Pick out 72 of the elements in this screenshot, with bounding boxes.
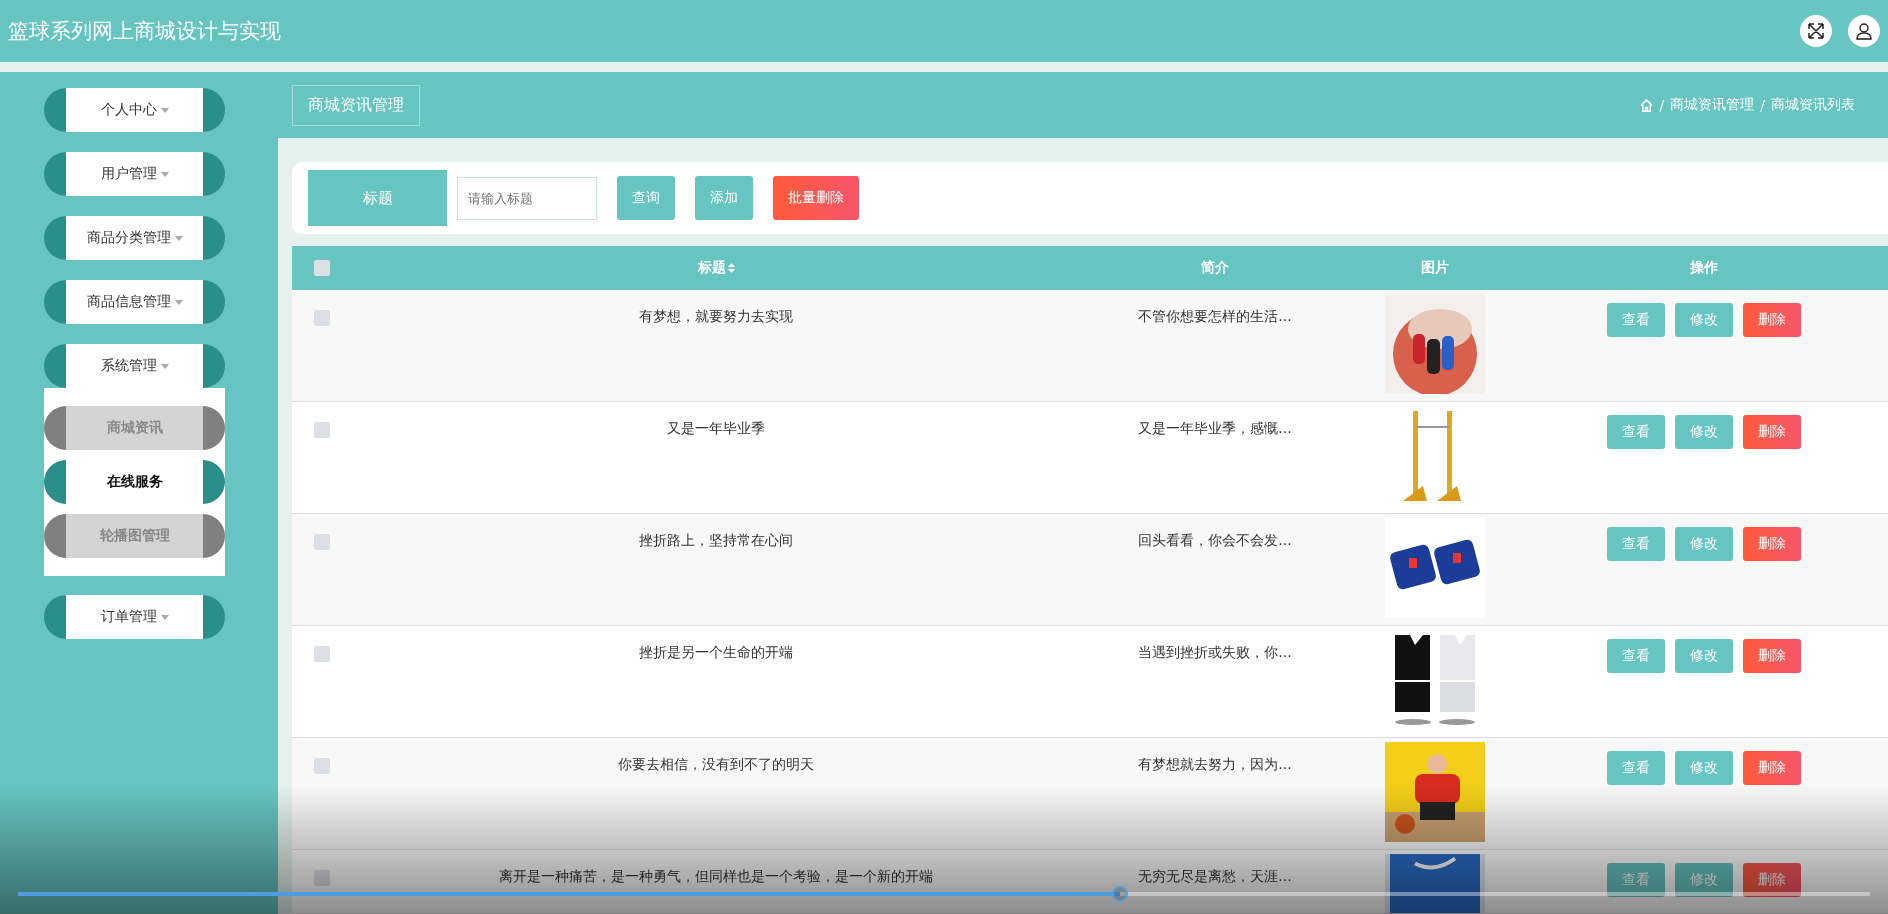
- table-cell: 不管你想要怎样的生活...: [1138, 308, 1292, 324]
- breadcrumb-separator: /: [1760, 97, 1765, 113]
- menu-item[interactable]: 用户管理: [44, 152, 225, 196]
- row-checkbox[interactable]: [314, 758, 330, 774]
- toolbar-button[interactable]: 查询: [617, 176, 675, 220]
- toolbar-button[interactable]: 添加: [695, 176, 753, 220]
- delete-button[interactable]: 删除: [1743, 751, 1801, 785]
- menu-item[interactable]: 商品分类管理: [44, 216, 225, 260]
- delete-button[interactable]: 删除: [1743, 415, 1801, 449]
- menu-item[interactable]: 系统管理: [44, 344, 225, 388]
- action-button[interactable]: 修改: [1675, 303, 1733, 337]
- action-button[interactable]: 修改: [1675, 863, 1733, 897]
- column-header: 操作: [1690, 259, 1718, 277]
- batch-delete-button[interactable]: 批量删除: [773, 176, 859, 220]
- table-cell: 有梦想就去努力，因为...: [1138, 756, 1292, 772]
- delete-button[interactable]: 删除: [1743, 863, 1801, 897]
- breadcrumb-link[interactable]: 商城资讯列表: [1771, 96, 1855, 114]
- progress-handle[interactable]: [1111, 886, 1128, 902]
- row-checkbox[interactable]: [314, 422, 330, 438]
- action-button[interactable]: 查看: [1607, 863, 1665, 897]
- menu-item[interactable]: 订单管理: [44, 595, 225, 639]
- menu-item[interactable]: 商品信息管理: [44, 280, 225, 324]
- search-field[interactable]: 请输入标题: [457, 176, 597, 220]
- column-header: 图片: [1421, 259, 1449, 277]
- sort-icon[interactable]: [727, 263, 735, 273]
- delete-button[interactable]: 删除: [1743, 527, 1801, 561]
- menu-item[interactable]: 个人中心: [44, 88, 225, 132]
- delete-button[interactable]: 删除: [1743, 639, 1801, 673]
- home-icon[interactable]: [1638, 97, 1654, 113]
- app-title: 篮球系列网上商城设计与实现: [8, 18, 282, 45]
- table-cell: 无穷无尽是离愁，天涯...: [1138, 868, 1292, 884]
- column-header: 简介: [1201, 259, 1229, 277]
- row-checkbox[interactable]: [314, 534, 330, 550]
- select-all-checkbox[interactable]: [314, 260, 330, 276]
- action-button[interactable]: 修改: [1675, 751, 1733, 785]
- caret-icon: [160, 614, 169, 620]
- row-checkbox[interactable]: [314, 870, 330, 886]
- table-cell: 挫折路上，坚持常在心间: [639, 532, 793, 548]
- action-button[interactable]: 查看: [1607, 639, 1665, 673]
- table-cell: 有梦想，就要努力去实现: [639, 308, 793, 324]
- table-cell: 又是一年毕业季: [667, 420, 765, 436]
- action-button[interactable]: 修改: [1675, 527, 1733, 561]
- search-label: 标题: [308, 170, 447, 226]
- table-cell: 离开是一种痛苦，是一种勇气，但同样也是一个考验，是一个新的开端: [499, 868, 933, 884]
- breadcrumb-link[interactable]: 商城资讯管理: [1670, 96, 1755, 114]
- submenu-item[interactable]: 轮播图管理: [44, 514, 225, 558]
- table-cell: 当遇到挫折或失败，你...: [1138, 644, 1292, 660]
- fullscreen-icon[interactable]: [1800, 15, 1832, 47]
- action-button[interactable]: 查看: [1607, 527, 1665, 561]
- delete-button[interactable]: 删除: [1743, 303, 1801, 337]
- row-checkbox[interactable]: [314, 310, 330, 326]
- caret-icon: [160, 363, 169, 369]
- caret-icon: [174, 235, 183, 241]
- action-button[interactable]: 查看: [1607, 303, 1665, 337]
- action-button[interactable]: 修改: [1675, 639, 1733, 673]
- user-icon[interactable]: [1848, 15, 1880, 47]
- breadcrumb-separator: /: [1659, 97, 1665, 113]
- action-button[interactable]: 查看: [1607, 751, 1665, 785]
- action-button[interactable]: 修改: [1675, 415, 1733, 449]
- caret-icon: [160, 171, 169, 177]
- caret-icon: [174, 299, 183, 305]
- submenu-item[interactable]: 在线服务: [44, 460, 225, 504]
- submenu-item[interactable]: 商城资讯: [44, 406, 225, 450]
- row-checkbox[interactable]: [314, 646, 330, 662]
- table-cell: 回头看看，你会不会发...: [1138, 532, 1292, 548]
- caret-icon: [160, 107, 169, 113]
- column-header[interactable]: 标题: [697, 259, 726, 277]
- table-cell: 你要去相信，没有到不了的明天: [618, 756, 814, 772]
- table-cell: 挫折是另一个生命的开端: [639, 644, 793, 660]
- table-cell: 又是一年毕业季，感慨...: [1138, 420, 1292, 436]
- action-button[interactable]: 查看: [1607, 415, 1665, 449]
- page-title: 商城资讯管理: [292, 84, 420, 126]
